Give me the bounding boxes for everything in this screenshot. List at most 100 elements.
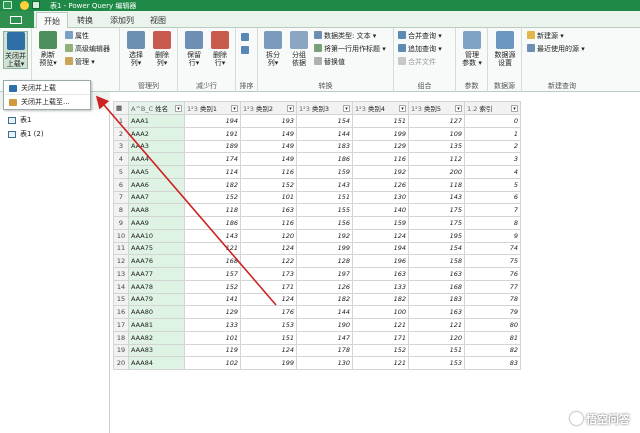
value-cell[interactable]: 121 [184,241,241,256]
value-cell[interactable]: 163 [408,267,465,281]
value-cell[interactable]: 127 [408,114,465,128]
value-cell[interactable]: 159 [296,165,353,179]
value-cell[interactable]: 129 [352,139,409,154]
column-header[interactable]: 1²3 类别1 ▾ [184,101,241,115]
value-cell[interactable]: 122 [240,254,297,268]
value-cell[interactable]: 101 [184,330,241,345]
name-cell[interactable]: AAA80 [128,305,185,319]
value-cell[interactable]: 144 [296,305,353,319]
value-cell[interactable]: 3 [464,152,521,166]
row-number[interactable]: 15 [113,292,129,307]
value-cell[interactable]: 163 [240,203,297,217]
value-cell[interactable]: 120 [408,330,465,345]
value-cell[interactable]: 2 [464,139,521,154]
row-number[interactable]: 12 [113,254,129,268]
split-column-button[interactable]: 拆分 列▾ [260,31,286,67]
value-cell[interactable]: 130 [296,356,353,370]
value-cell[interactable]: 183 [296,139,353,154]
tab-view[interactable]: 视图 [144,12,172,28]
value-cell[interactable]: 182 [184,177,241,192]
value-cell[interactable]: 143 [408,190,465,205]
value-cell[interactable]: 149 [240,139,297,154]
name-cell[interactable]: AAA79 [128,292,185,307]
value-cell[interactable]: 82 [464,343,521,358]
value-cell[interactable]: 83 [464,356,521,370]
value-cell[interactable]: 79 [464,305,521,319]
app-menu-icon[interactable] [3,1,12,9]
value-cell[interactable]: 152 [240,177,297,192]
recent-sources-button[interactable]: 最近使用的源 ▾ [527,44,585,54]
choose-columns-button[interactable]: 选择 列▾ [123,31,149,67]
name-cell[interactable]: AAA76 [128,254,185,268]
value-cell[interactable]: 182 [352,292,409,307]
column-header[interactable]: 1²3 类别2 ▾ [240,101,297,115]
value-cell[interactable]: 151 [240,330,297,345]
use-first-row-as-headers-button[interactable]: 将第一行用作标题 ▾ [314,44,386,54]
value-cell[interactable]: 190 [296,318,353,332]
value-cell[interactable]: 186 [184,216,241,230]
value-cell[interactable]: 143 [296,177,353,192]
value-cell[interactable]: 199 [240,356,297,370]
value-cell[interactable]: 124 [240,292,297,307]
row-number[interactable]: 7 [113,190,129,205]
value-cell[interactable]: 124 [240,241,297,256]
row-number[interactable]: 20 [113,356,129,370]
column-header[interactable]: 1.2 索引 ▾ [464,101,521,115]
value-cell[interactable]: 174 [184,152,241,166]
value-cell[interactable]: 152 [184,279,241,294]
column-header[interactable]: 1²3 类别5 ▾ [408,101,465,115]
value-cell[interactable]: 183 [408,292,465,307]
row-number[interactable]: 8 [113,203,129,217]
value-cell[interactable]: 154 [296,114,353,128]
row-number[interactable]: 18 [113,330,129,345]
value-cell[interactable]: 176 [240,305,297,319]
close-and-load-button[interactable]: 关闭并 上载▾ [3,31,28,69]
value-cell[interactable]: 135 [408,139,465,154]
name-cell[interactable]: AAA2 [128,126,185,141]
manage-button[interactable]: 管理 ▾ [65,57,95,67]
value-cell[interactable]: 155 [296,203,353,217]
smiley-feedback-icon[interactable] [20,1,29,10]
value-cell[interactable]: 152 [184,190,241,205]
keep-rows-button[interactable]: 保留 行▾ [181,31,207,67]
value-cell[interactable]: 6 [464,190,521,205]
value-cell[interactable]: 116 [352,152,409,166]
remove-columns-button[interactable]: 删除 列▾ [149,31,175,67]
row-number[interactable]: 5 [113,165,129,179]
value-cell[interactable]: 120 [240,228,297,243]
row-number[interactable]: 17 [113,318,129,332]
value-cell[interactable]: 173 [240,267,297,281]
value-cell[interactable]: 199 [352,126,409,141]
row-number[interactable]: 4 [113,152,129,166]
row-number[interactable]: 11 [113,241,129,256]
filter-dropdown-icon[interactable]: ▾ [399,105,406,112]
value-cell[interactable]: 196 [352,254,409,268]
value-cell[interactable]: 118 [408,177,465,192]
value-cell[interactable]: 157 [184,267,241,281]
value-cell[interactable]: 1 [464,126,521,141]
tab-transform[interactable]: 转换 [70,12,100,28]
filter-dropdown-icon[interactable]: ▾ [343,105,350,112]
value-cell[interactable]: 118 [184,203,241,217]
value-cell[interactable]: 77 [464,279,521,294]
value-cell[interactable]: 121 [408,318,465,332]
sort-descending-button[interactable] [241,46,251,56]
value-cell[interactable]: 186 [296,152,353,166]
value-cell[interactable]: 80 [464,318,521,332]
value-cell[interactable]: 149 [240,152,297,166]
row-number[interactable]: 10 [113,228,129,243]
filter-dropdown-icon[interactable]: ▾ [175,105,182,112]
value-cell[interactable]: 133 [184,318,241,332]
filter-dropdown-icon[interactable]: ▾ [287,105,294,112]
value-cell[interactable]: 124 [240,343,297,358]
append-queries-button[interactable]: 追加查询 ▾ [398,44,442,54]
value-cell[interactable]: 124 [352,228,409,243]
value-cell[interactable]: 152 [352,343,409,358]
name-cell[interactable]: AAA5 [128,165,185,179]
column-header[interactable]: A^B_C 姓名 ▾ [128,101,185,115]
remove-rows-button[interactable]: 删除 行▾ [207,31,233,67]
value-cell[interactable]: 8 [464,216,521,230]
new-source-button[interactable]: 新建源 ▾ [527,31,564,41]
advanced-editor-button[interactable]: 高级编辑器 [65,44,110,54]
value-cell[interactable]: 194 [352,241,409,256]
